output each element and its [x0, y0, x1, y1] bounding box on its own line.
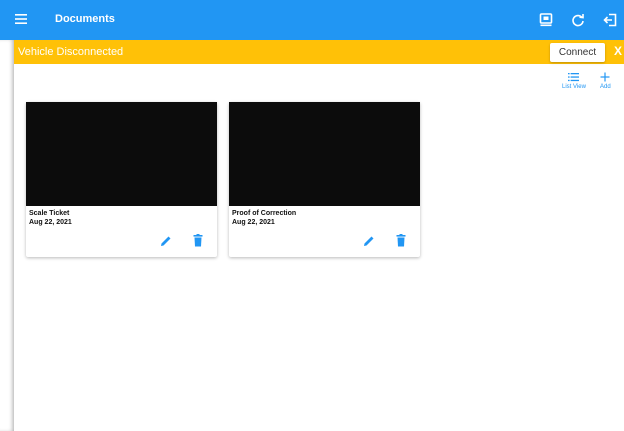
menu-icon[interactable]	[14, 12, 28, 26]
connection-status-text: Vehicle Disconnected	[18, 46, 124, 58]
document-date: Aug 22, 2021	[232, 219, 275, 226]
page-title: Documents	[55, 13, 115, 25]
refresh-button[interactable]	[564, 6, 592, 34]
list-icon	[568, 73, 580, 82]
document-thumbnail[interactable]	[26, 102, 217, 206]
left-panel-edge	[0, 40, 14, 431]
document-title: Scale Ticket	[29, 210, 70, 217]
documents-content: List View Add Scale Ticket Aug 22, 2021 …	[14, 64, 624, 431]
edit-icon[interactable]	[160, 235, 172, 247]
document-card[interactable]: Proof of Correction Aug 22, 2021	[229, 102, 420, 257]
app-bar-actions	[532, 0, 624, 40]
document-card[interactable]: Scale Ticket Aug 22, 2021	[26, 102, 217, 257]
logout-button[interactable]	[596, 6, 624, 34]
list-view-button[interactable]: List View	[562, 72, 586, 90]
refresh-icon	[572, 14, 584, 27]
add-document-button[interactable]: Add	[600, 72, 611, 90]
edit-icon[interactable]	[363, 235, 375, 247]
connect-button[interactable]: Connect	[550, 43, 605, 62]
app-bar: Documents	[0, 0, 624, 40]
add-label: Add	[600, 84, 611, 90]
list-view-label: List View	[562, 84, 586, 90]
connection-banner: Vehicle Disconnected Connect X	[14, 40, 624, 64]
delete-icon[interactable]	[192, 234, 204, 247]
vehicle-monitor-icon	[539, 13, 553, 27]
document-date: Aug 22, 2021	[29, 219, 72, 226]
logout-icon	[603, 13, 617, 27]
plus-icon	[600, 72, 610, 82]
delete-icon[interactable]	[395, 234, 407, 247]
document-title: Proof of Correction	[232, 210, 297, 217]
vehicle-monitor-button[interactable]	[532, 6, 560, 34]
document-thumbnail[interactable]	[229, 102, 420, 206]
close-banner-button[interactable]: X	[614, 44, 622, 58]
